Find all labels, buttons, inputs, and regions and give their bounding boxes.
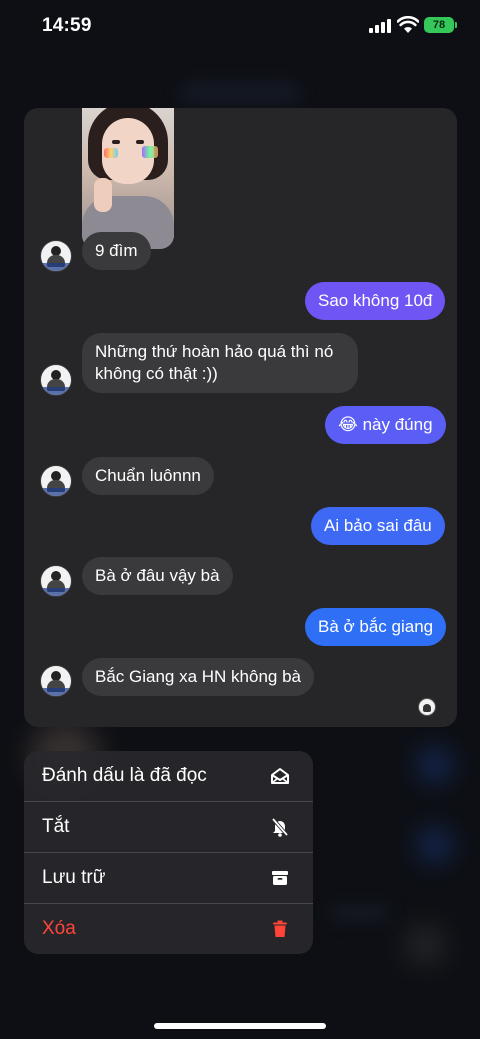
- cellular-signal-icon: [369, 18, 391, 33]
- contact-avatar[interactable]: [40, 565, 72, 597]
- blurred-unread-dot: [420, 750, 450, 780]
- message-bubble-incoming[interactable]: Chuẩn luônnn: [82, 457, 214, 495]
- menu-item-label: Đánh dấu là đã đọc: [42, 765, 207, 786]
- contact-avatar[interactable]: [40, 240, 72, 272]
- contact-avatar[interactable]: [40, 465, 72, 497]
- menu-item-label: Xóa: [42, 918, 76, 939]
- mark-read-envelope-icon: [271, 768, 289, 784]
- message-bubble-incoming[interactable]: Bắc Giang xa HN không bà: [82, 658, 315, 696]
- seen-receipt-avatar: [418, 698, 436, 716]
- blurred-header-title: [180, 82, 300, 104]
- contact-avatar[interactable]: [40, 364, 72, 396]
- message-bubble-incoming[interactable]: Bà ở đâu vậy bà: [82, 557, 233, 595]
- message-bubble-outgoing[interactable]: Ai bảo sai đâu: [311, 507, 445, 545]
- bell-slash-icon: [271, 817, 289, 837]
- archive-box-icon: [272, 871, 288, 885]
- blurred-text: [330, 905, 390, 921]
- menu-item-label: Tắt: [42, 816, 70, 837]
- menu-item-mute[interactable]: Tắt: [24, 802, 313, 852]
- battery-icon: 78: [424, 17, 457, 33]
- menu-item-delete[interactable]: Xóa: [24, 904, 313, 954]
- message-bubble-outgoing[interactable]: Sao không 10đ: [305, 282, 446, 320]
- context-menu: Đánh dấu là đã đọc Tắt Lưu trữ Xóa: [24, 751, 313, 954]
- menu-item-label: Lưu trữ: [42, 867, 106, 888]
- message-bubble-incoming[interactable]: Những thứ hoàn hảo quá thì nó không có t…: [82, 333, 358, 393]
- wifi-icon: [397, 16, 419, 33]
- home-indicator[interactable]: [154, 1023, 326, 1029]
- blurred-thumbnail: [405, 925, 445, 965]
- message-line: Những thứ hoàn hảo quá thì nó: [95, 342, 334, 361]
- message-bubble-outgoing[interactable]: Bà ở bắc giang: [305, 608, 447, 646]
- menu-item-mark-read[interactable]: Đánh dấu là đã đọc: [24, 751, 313, 801]
- blurred-unread-dot: [420, 830, 450, 860]
- message-bubble-outgoing[interactable]: 😂 này đúng: [325, 406, 446, 444]
- photo-message[interactable]: [82, 108, 174, 249]
- message-bubble-incoming[interactable]: 9 đìm: [82, 232, 151, 270]
- message-line: không có thật :)): [95, 364, 218, 383]
- contact-avatar[interactable]: [40, 665, 72, 697]
- status-time: 14:59: [42, 15, 92, 36]
- trash-icon: [273, 920, 287, 937]
- menu-item-archive[interactable]: Lưu trữ: [24, 853, 313, 903]
- status-bar: 14:59 78: [0, 0, 480, 54]
- chat-preview-card[interactable]: 9 đìm Sao không 10đ Những thứ hoàn hảo q…: [24, 108, 457, 727]
